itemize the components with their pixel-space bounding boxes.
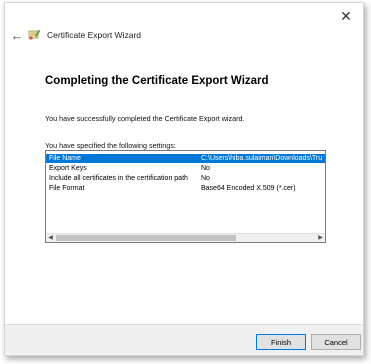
scroll-right-icon[interactable]: ▶ (316, 234, 325, 242)
setting-name: Include all certificates in the certific… (49, 175, 188, 182)
list-item[interactable]: File Name C:\Users\hiba.sulaiman\Downloa… (46, 154, 325, 163)
list-item[interactable]: Export Keys No (46, 164, 325, 173)
success-message: You have successfully completed the Cert… (45, 114, 245, 123)
page-heading: Completing the Certificate Export Wizard (45, 75, 269, 87)
wizard-title-row: Certificate Export Wizard (27, 27, 141, 43)
list-item[interactable]: File Format Base64 Encoded X.509 (*.cer) (46, 184, 325, 193)
finish-button[interactable]: Finish (256, 334, 306, 350)
settings-list[interactable]: File Name C:\Users\hiba.sulaiman\Downloa… (45, 150, 326, 243)
setting-name: Export Keys (49, 165, 87, 172)
list-item[interactable]: Include all certificates in the certific… (46, 174, 325, 183)
certificate-wizard-icon (28, 29, 41, 40)
back-arrow-icon[interactable]: ← (9, 27, 25, 43)
setting-name: File Name (49, 155, 81, 162)
cancel-button[interactable]: Cancel (311, 334, 361, 350)
setting-name: File Format (49, 185, 85, 192)
scroll-left-icon[interactable]: ◀ (46, 234, 55, 242)
scrollbar-thumb[interactable] (56, 235, 236, 241)
settings-intro: You have specified the following setting… (45, 141, 176, 150)
setting-value: No (201, 175, 210, 182)
wizard-footer: Finish Cancel (5, 324, 363, 355)
horizontal-scrollbar[interactable]: ◀ ▶ (46, 233, 325, 242)
setting-value: No (201, 165, 210, 172)
wizard-window: ✕ ← Certificate Export Wizard Completing… (4, 2, 364, 356)
wizard-title: Certificate Export Wizard (47, 30, 141, 40)
close-icon[interactable]: ✕ (337, 7, 355, 25)
setting-value: C:\Users\hiba.sulaiman\Downloads\Tru (201, 155, 323, 162)
setting-value: Base64 Encoded X.509 (*.cer) (201, 185, 296, 192)
